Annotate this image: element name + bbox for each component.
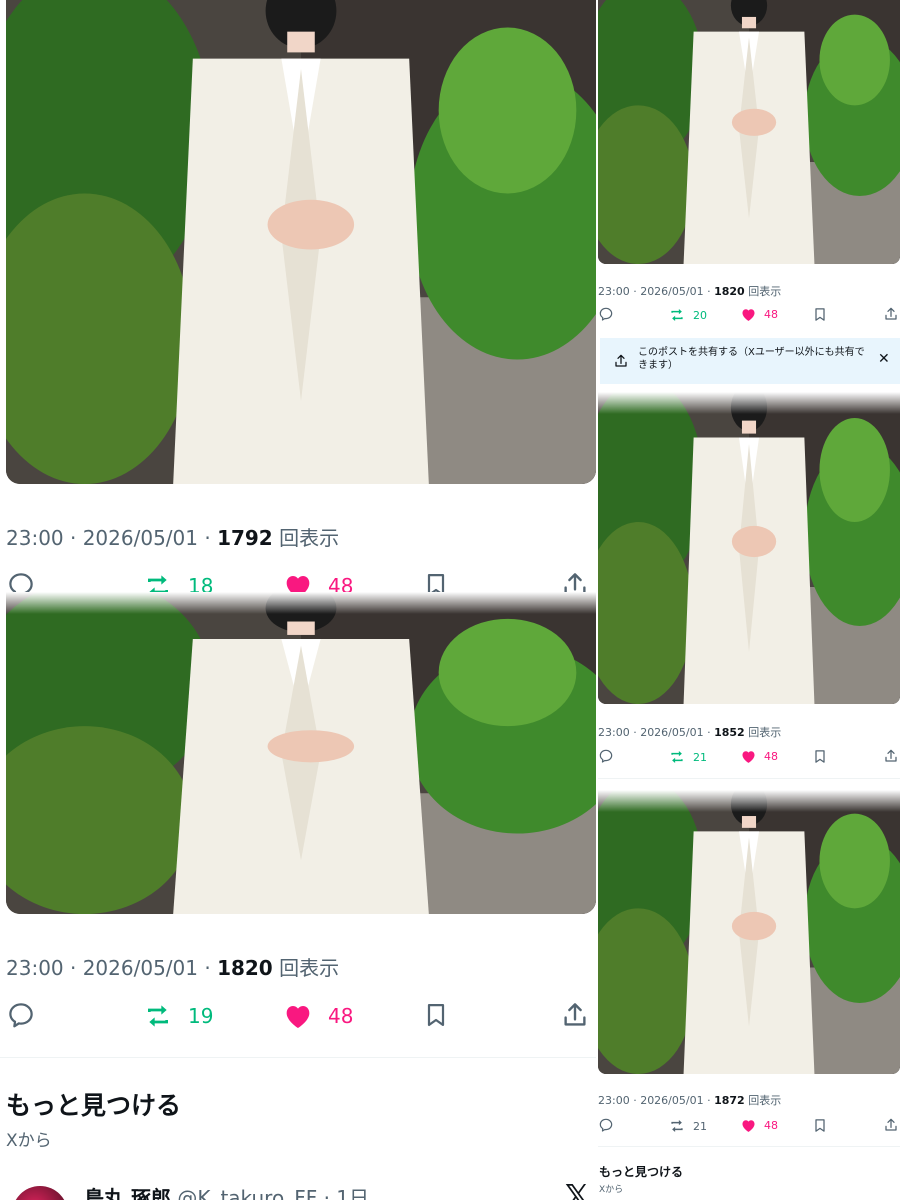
post-meta: 23:00 · 2026/05/01 · 1792 回表示 [6, 522, 339, 551]
heart-icon [740, 306, 757, 323]
author-handle: @K_takuro_FF · 1日 [177, 1186, 370, 1200]
bookmark-button[interactable] [812, 306, 828, 323]
post-meta: 23:00 · 2026/05/01 · 1872 回表示 [598, 1092, 781, 1108]
reply-icon [598, 1117, 614, 1133]
post-photo[interactable] [598, 790, 900, 1074]
retweet-button[interactable]: 19 [142, 1000, 213, 1032]
divider [598, 778, 900, 779]
heart-icon [740, 748, 757, 765]
like-button[interactable]: 48 [740, 748, 778, 765]
bookmark-icon [422, 1000, 450, 1030]
share-button[interactable] [883, 748, 899, 764]
bookmark-icon [812, 306, 828, 323]
post-timestamp[interactable]: 23:00 · 2026/05/01 · [6, 526, 217, 550]
like-button[interactable]: 48 [282, 1000, 353, 1032]
retweet-icon [668, 748, 686, 766]
share-icon [560, 1000, 590, 1030]
view-label: 回表示 [748, 1094, 782, 1107]
bookmark-button[interactable] [422, 1000, 450, 1030]
retweet-icon [142, 1000, 174, 1032]
view-count: 1820 [714, 285, 745, 298]
like-button[interactable]: 48 [740, 306, 778, 323]
bookmark-button[interactable] [812, 1117, 828, 1134]
view-count: 1792 [217, 526, 273, 550]
share-button[interactable] [883, 1117, 899, 1133]
view-label: 回表示 [279, 526, 340, 550]
retweet-count: 21 [693, 1119, 707, 1133]
discover-title: もっと見つける [6, 1091, 182, 1120]
bookmark-button[interactable] [812, 748, 828, 765]
view-label: 回表示 [748, 726, 782, 739]
share-button[interactable] [883, 306, 899, 322]
post-photo[interactable] [598, 392, 900, 704]
view-label: 回表示 [279, 956, 340, 980]
like-count: 48 [764, 750, 778, 763]
avatar[interactable] [12, 1186, 68, 1200]
view-count: 1852 [714, 726, 745, 739]
post-timestamp[interactable]: 23:00 · 2026/05/01 · [598, 285, 714, 298]
divider [598, 1146, 900, 1147]
post-meta: 23:00 · 2026/05/01 · 1852 回表示 [598, 724, 781, 740]
retweet-count: 20 [693, 308, 707, 322]
close-icon[interactable]: ✕ [878, 351, 890, 367]
heart-icon [740, 1117, 757, 1134]
share-icon [883, 748, 899, 764]
post-meta: 23:00 · 2026/05/01 · 1820 回表示 [598, 283, 781, 299]
post-timestamp[interactable]: 23:00 · 2026/05/01 · [598, 1094, 714, 1107]
reply-icon [598, 748, 614, 764]
heart-icon [282, 1000, 314, 1032]
bookmark-icon [812, 1117, 828, 1134]
share-banner-text: このポストを共有する（Xユーザー以外にも共有できます） [638, 347, 865, 371]
reply-button[interactable] [598, 1117, 614, 1133]
share-icon [883, 306, 899, 322]
view-label: 回表示 [748, 285, 782, 298]
x-logo-icon: 𝕏 [565, 1179, 590, 1200]
retweet-button[interactable]: 21 [668, 1117, 707, 1135]
share-icon [883, 1117, 899, 1133]
share-button[interactable] [560, 1000, 590, 1030]
view-count: 1820 [217, 956, 273, 980]
like-button[interactable]: 48 [740, 1117, 778, 1134]
discover-subtitle: Xから [6, 1131, 52, 1151]
next-post-author[interactable]: 鳥丸 琢郎 @K_takuro_FF · 1日 [84, 1182, 369, 1200]
divider [0, 1057, 596, 1058]
post-photo[interactable] [6, 0, 596, 484]
like-count: 48 [764, 1119, 778, 1132]
reply-button[interactable] [598, 306, 614, 322]
share-icon [613, 353, 629, 369]
retweet-button[interactable]: 20 [668, 306, 707, 324]
like-count: 48 [328, 1004, 354, 1028]
share-banner[interactable]: このポストを共有する（Xユーザー以外にも共有できます） ✕ [600, 338, 900, 384]
like-count: 48 [764, 308, 778, 321]
discover-subtitle: Xから [599, 1185, 624, 1195]
retweet-icon [668, 1117, 686, 1135]
retweet-button[interactable]: 21 [668, 748, 707, 766]
reply-button[interactable] [6, 1000, 36, 1030]
reply-icon [6, 1000, 36, 1030]
post-timestamp[interactable]: 23:00 · 2026/05/01 · [6, 956, 217, 980]
post-meta: 23:00 · 2026/05/01 · 1820 回表示 [6, 952, 339, 981]
reply-button[interactable] [598, 748, 614, 764]
post-timestamp[interactable]: 23:00 · 2026/05/01 · [598, 726, 714, 739]
post-photo[interactable] [598, 0, 900, 264]
discover-title: もっと見つける [599, 1165, 684, 1179]
retweet-count: 19 [188, 1004, 214, 1028]
author-name: 鳥丸 琢郎 [84, 1186, 171, 1200]
retweet-count: 21 [693, 750, 707, 764]
reply-icon [598, 306, 614, 322]
retweet-icon [668, 306, 686, 324]
post-photo[interactable] [6, 592, 596, 914]
view-count: 1872 [714, 1094, 745, 1107]
bookmark-icon [812, 748, 828, 765]
